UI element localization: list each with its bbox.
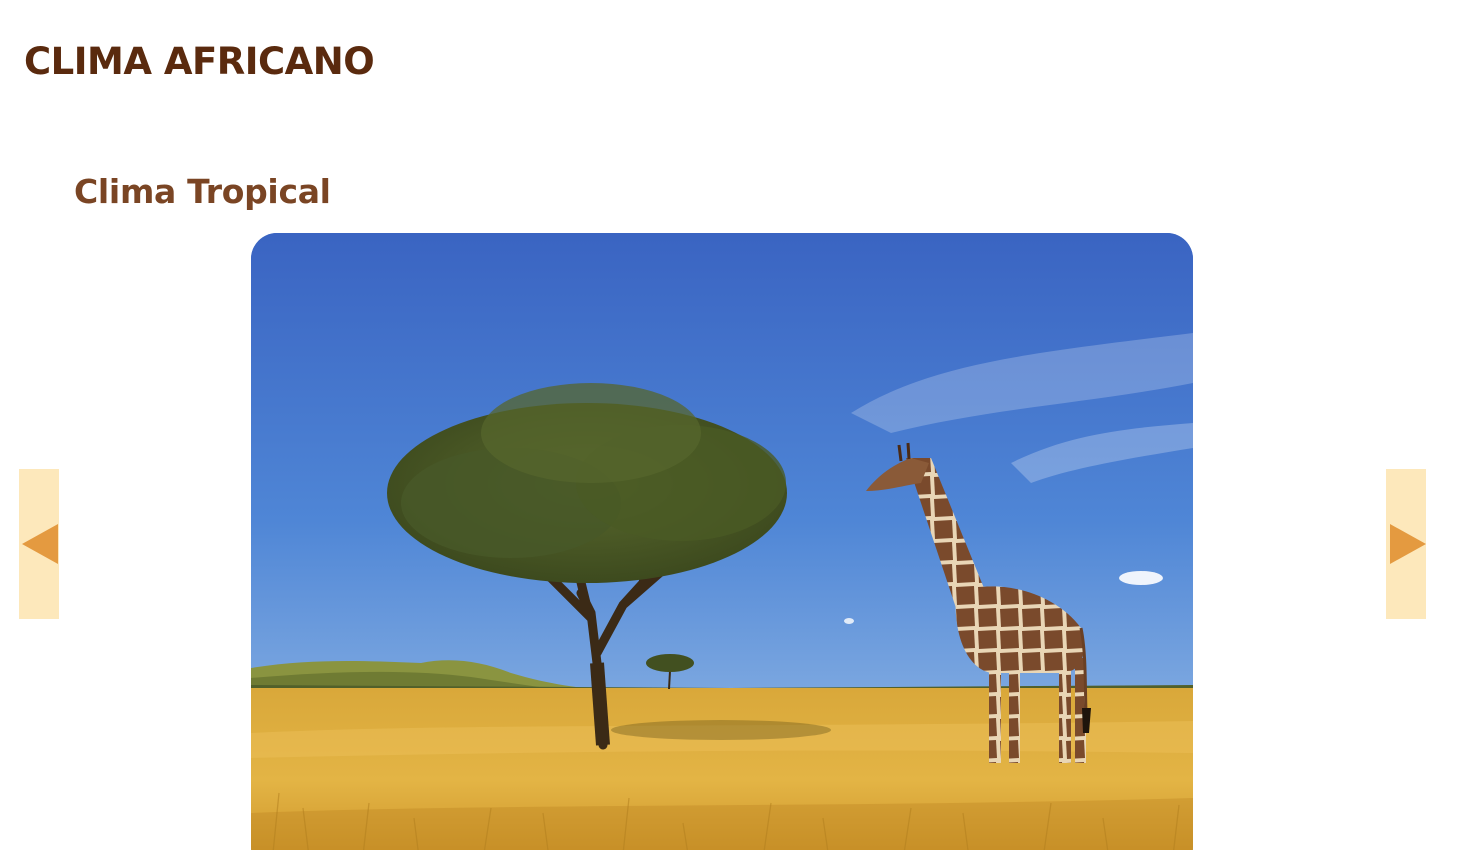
triangle-left-icon bbox=[22, 524, 58, 564]
carousel-next-button[interactable] bbox=[1386, 469, 1426, 619]
triangle-right-icon bbox=[1390, 524, 1426, 564]
carousel-prev-button[interactable] bbox=[19, 469, 59, 619]
carousel-slide bbox=[251, 233, 1193, 850]
page-title: CLIMA AFRICANO bbox=[24, 40, 375, 83]
savanna-image bbox=[251, 233, 1193, 850]
section-title: Clima Tropical bbox=[74, 172, 331, 211]
page: CLIMA AFRICANO Clima Tropical bbox=[0, 0, 1460, 850]
